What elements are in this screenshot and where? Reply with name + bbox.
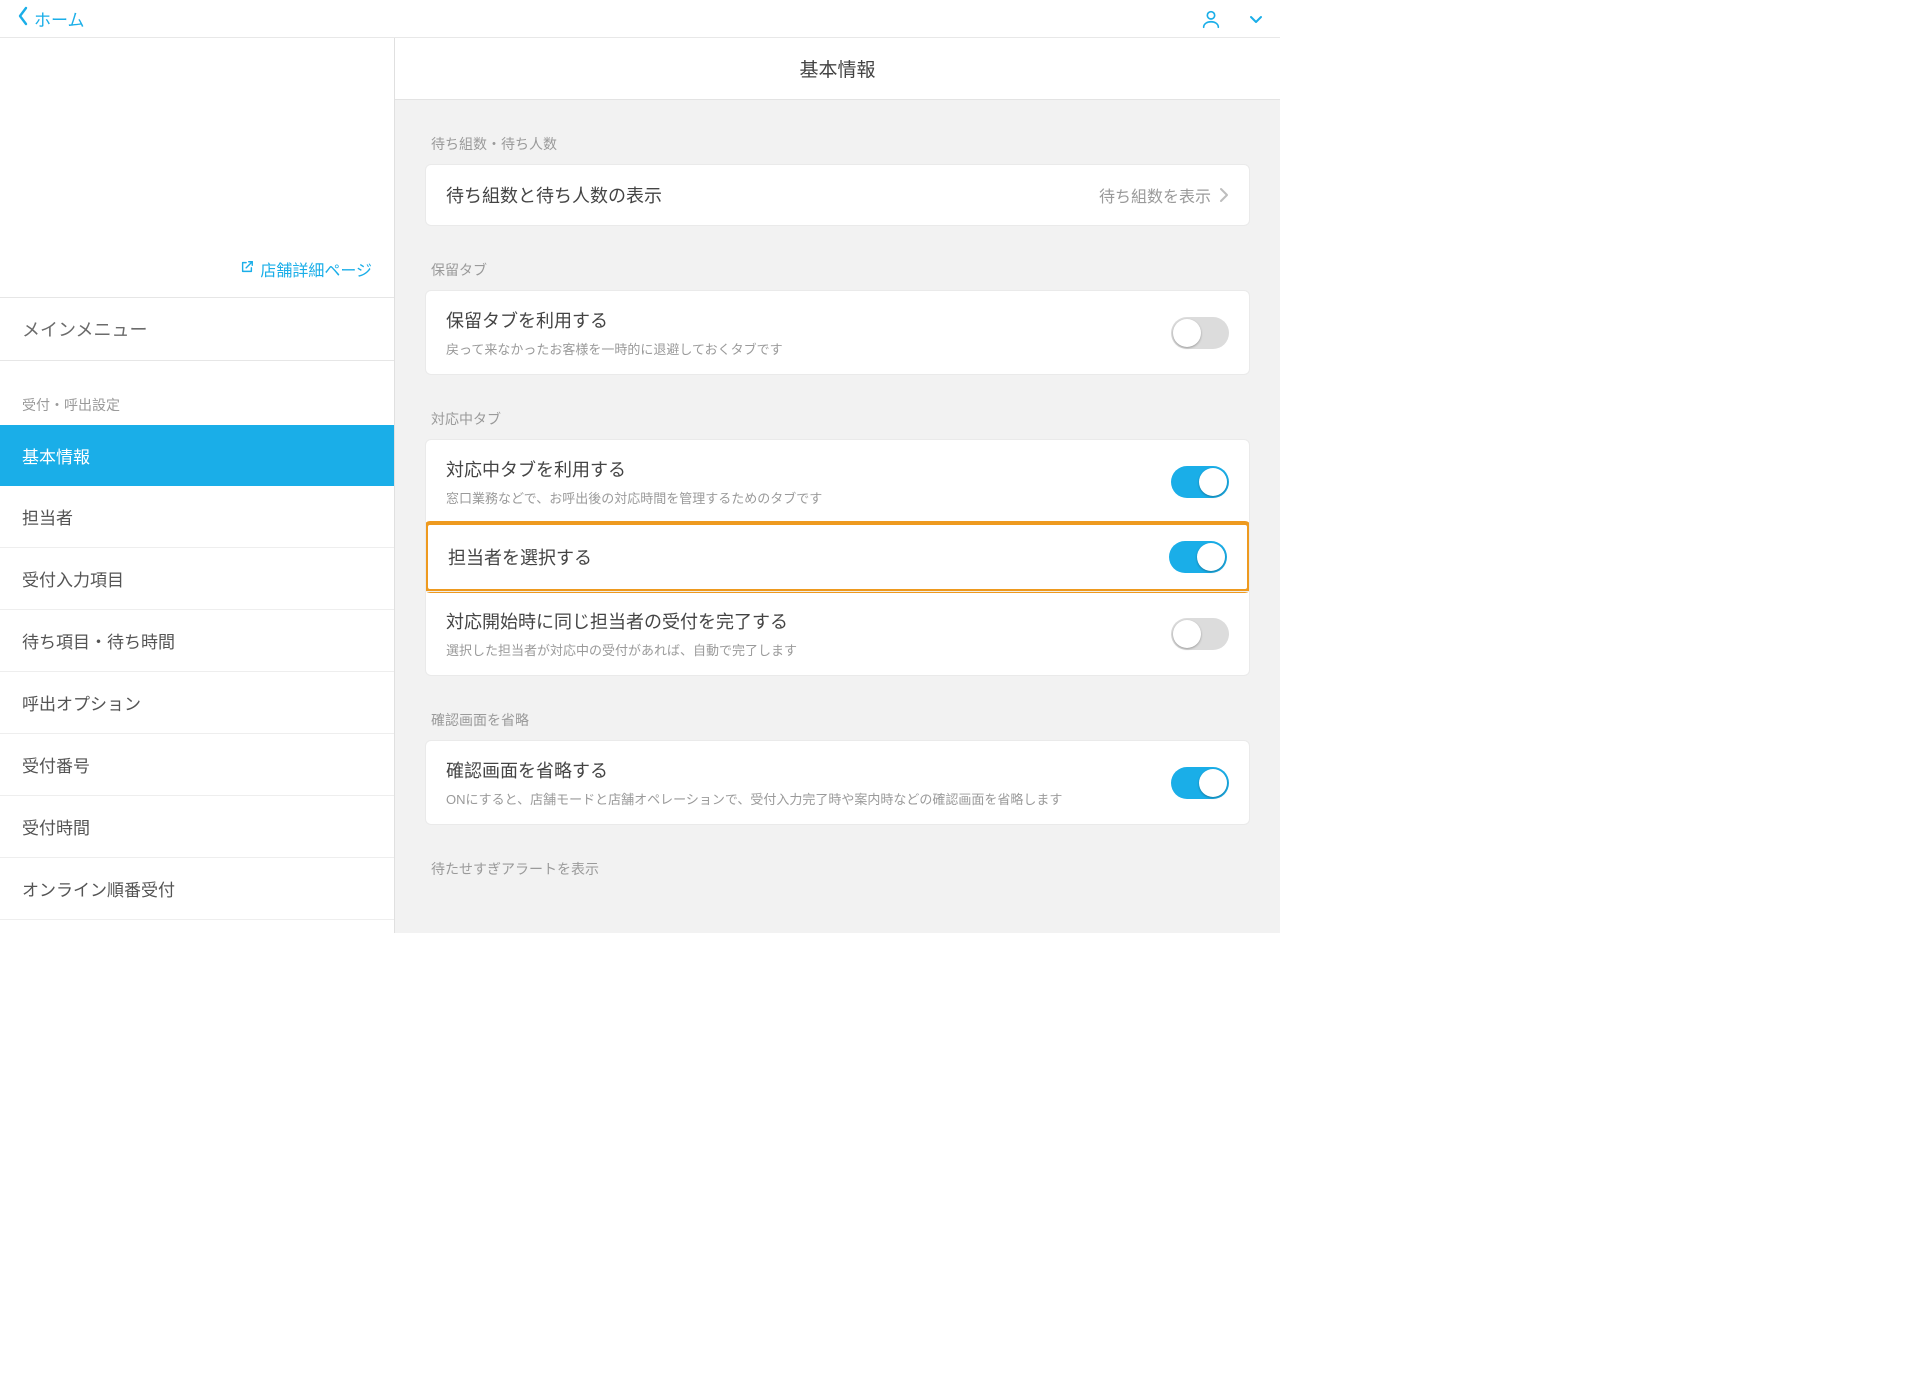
- section-label-hold: 保留タブ: [425, 226, 1250, 290]
- sidebar-item-label: 待ち項目・待ち時間: [22, 633, 175, 652]
- row-select-staff: 担当者を選択する: [428, 525, 1247, 589]
- row-waiting-display[interactable]: 待ち組数と待ち人数の表示 待ち組数を表示: [426, 165, 1249, 225]
- sidebar-item-label: 担当者: [22, 509, 73, 528]
- card-hold: 保留タブを利用する 戻って来なかったお客様を一時的に退避しておくタブです: [425, 290, 1250, 375]
- sidebar-item-label: 呼出オプション: [22, 695, 141, 714]
- row-use-serving-tab: 対応中タブを利用する 窓口業務などで、お呼出後の対応時間を管理するためのタブです: [426, 440, 1249, 523]
- row-title: 確認画面を省略する: [446, 757, 1171, 783]
- section-label-overdue-alert: 待たせすぎアラートを表示: [425, 825, 1250, 889]
- row-sub: 選択した担当者が対応中の受付があれば、自動で完了します: [446, 640, 1171, 659]
- store-detail-link[interactable]: 店舗詳細ページ: [240, 257, 372, 281]
- external-link-icon: [240, 260, 254, 279]
- row-title: 対応開始時に同じ担当者の受付を完了する: [446, 608, 1171, 634]
- store-link-row: 店舗詳細ページ: [0, 38, 394, 298]
- toggle-use-serving-tab[interactable]: [1171, 466, 1229, 498]
- toggle-skip-confirm[interactable]: [1171, 767, 1229, 799]
- sidebar-item-wait-items[interactable]: 待ち項目・待ち時間: [0, 610, 394, 672]
- row-use-hold-tab: 保留タブを利用する 戻って来なかったお客様を一時的に退避しておくタブです: [426, 291, 1249, 374]
- row-sub: 窓口業務などで、お呼出後の対応時間を管理するためのタブです: [446, 488, 1171, 507]
- chevron-right-icon: [1219, 187, 1229, 203]
- sidebar-item-label: 受付時間: [22, 819, 90, 838]
- section-label-waiting: 待ち組数・待ち人数: [425, 100, 1250, 164]
- row-value: 待ち組数を表示: [1099, 183, 1211, 207]
- sidebar: 店舗詳細ページ メインメニュー 受付・呼出設定 基本情報 担当者 受付入力項目 …: [0, 38, 395, 933]
- page-title: 基本情報: [799, 55, 875, 82]
- section-label-serving: 対応中タブ: [425, 375, 1250, 439]
- sidebar-item-label: 基本情報: [22, 448, 90, 467]
- back-button[interactable]: ホーム: [16, 6, 85, 31]
- chevron-down-icon[interactable]: [1248, 11, 1264, 27]
- sidebar-item-call-options[interactable]: 呼出オプション: [0, 672, 394, 734]
- top-bar: ホーム: [0, 0, 1280, 38]
- sidebar-group-label: 受付・呼出設定: [0, 361, 394, 425]
- section-label-skip-confirm: 確認画面を省略: [425, 676, 1250, 740]
- page-title-row: 基本情報: [395, 38, 1280, 100]
- row-sub: ONにすると、店舗モードと店舗オペレーションで、受付入力完了時や案内時などの確認…: [446, 789, 1171, 808]
- row-auto-complete: 対応開始時に同じ担当者の受付を完了する 選択した担当者が対応中の受付があれば、自…: [426, 591, 1249, 675]
- sidebar-item-online-queue[interactable]: オンライン順番受付: [0, 858, 394, 920]
- store-detail-link-label: 店舗詳細ページ: [260, 257, 372, 281]
- row-sub: 戻って来なかったお客様を一時的に退避しておくタブです: [446, 339, 1171, 358]
- card-skip-confirm: 確認画面を省略する ONにすると、店舗モードと店舗オペレーションで、受付入力完了…: [425, 740, 1250, 825]
- sidebar-item-label: 受付入力項目: [22, 571, 124, 590]
- sidebar-item-staff[interactable]: 担当者: [0, 486, 394, 548]
- card-serving: 対応中タブを利用する 窓口業務などで、お呼出後の対応時間を管理するためのタブです…: [425, 439, 1250, 676]
- row-title: 担当者を選択する: [448, 544, 1169, 570]
- sidebar-item-reception-fields[interactable]: 受付入力項目: [0, 548, 394, 610]
- toggle-auto-complete[interactable]: [1171, 618, 1229, 650]
- row-title: 保留タブを利用する: [446, 307, 1171, 333]
- sidebar-item-label: オンライン順番受付: [22, 881, 175, 900]
- sidebar-item-basic-info[interactable]: 基本情報: [0, 425, 394, 486]
- row-skip-confirm: 確認画面を省略する ONにすると、店舗モードと店舗オペレーションで、受付入力完了…: [426, 741, 1249, 824]
- sidebar-item-label: 受付番号: [22, 757, 90, 776]
- card-waiting: 待ち組数と待ち人数の表示 待ち組数を表示: [425, 164, 1250, 226]
- chevron-left-icon: [16, 6, 30, 31]
- sidebar-main-menu-label: メインメニュー: [22, 320, 147, 340]
- sidebar-item-restaurant-board[interactable]: レストランボード連携: [0, 920, 394, 933]
- row-title: 待ち組数と待ち人数の表示: [446, 182, 1099, 208]
- main: 基本情報 待ち組数・待ち人数 待ち組数と待ち人数の表示 待ち組数を表示 保留タブ: [395, 38, 1280, 933]
- highlight-select-staff: 担当者を選択する: [425, 521, 1250, 593]
- top-bar-right: [1200, 8, 1264, 30]
- sidebar-item-reception-number[interactable]: 受付番号: [0, 734, 394, 796]
- row-title: 対応中タブを利用する: [446, 456, 1171, 482]
- sidebar-main-menu[interactable]: メインメニュー: [0, 298, 394, 361]
- toggle-use-hold-tab[interactable]: [1171, 317, 1229, 349]
- content: 待ち組数・待ち人数 待ち組数と待ち人数の表示 待ち組数を表示 保留タブ: [395, 100, 1280, 929]
- user-icon[interactable]: [1200, 8, 1222, 30]
- toggle-select-staff[interactable]: [1169, 541, 1227, 573]
- sidebar-item-reception-hours[interactable]: 受付時間: [0, 796, 394, 858]
- back-label: ホーム: [34, 6, 85, 31]
